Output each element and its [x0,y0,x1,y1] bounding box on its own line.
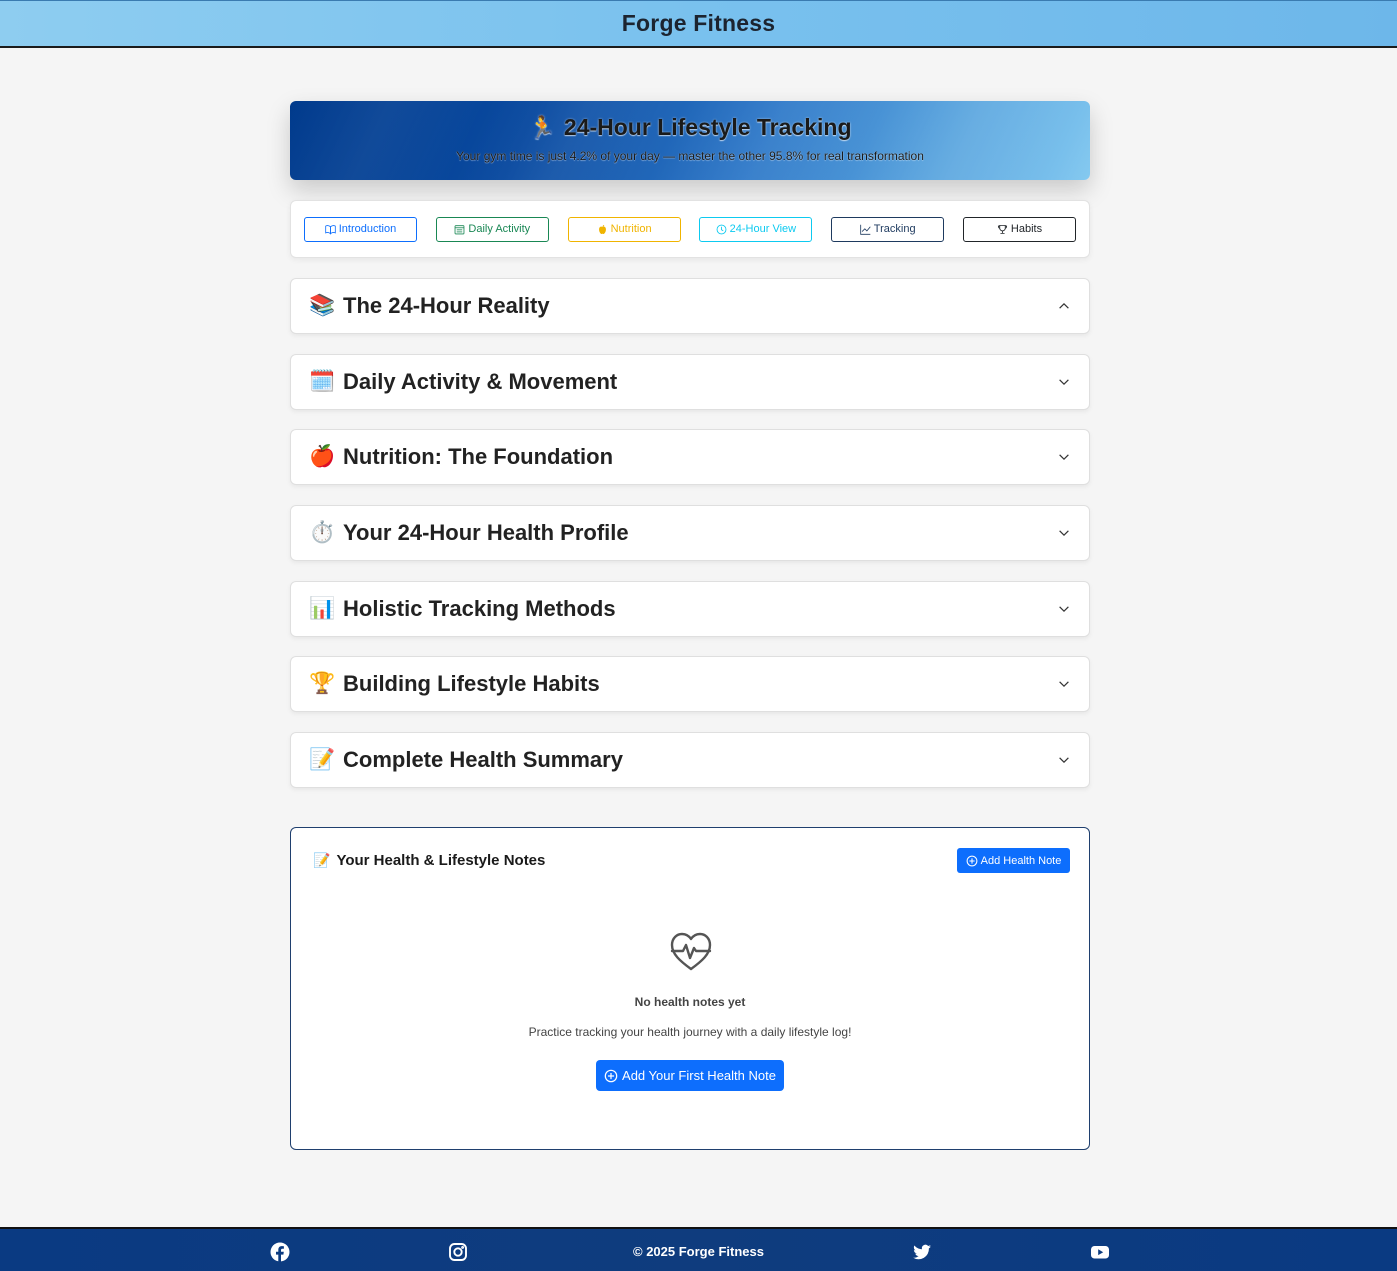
notes-heading-text: Your Health & Lifestyle Notes [336,852,546,869]
clock-icon [716,224,727,234]
section-title: Holistic Tracking Methods [343,596,616,621]
apple-icon [598,224,606,234]
nav-label: Introduction [338,223,397,235]
calendar-icon [455,224,465,234]
section-health-profile[interactable]: ⏱️ Your 24-Hour Health Profile [290,505,1090,561]
nav-introduction-button[interactable]: Introduction [304,216,417,242]
nav-24-hour-view-button[interactable]: 24-Hour View [699,216,813,242]
top-header: Forge Fitness [0,0,1397,48]
notes-heading: 📝 Your Health & Lifestyle Notes [313,852,545,869]
footer: © 2025 Forge Fitness [0,1227,1397,1271]
section-title: Nutrition: The Foundation [343,444,614,469]
section-lifestyle-habits[interactable]: 🏆 Building Lifestyle Habits [290,656,1090,712]
hero-banner: 🏃 24-Hour Lifestyle Tracking Your gym tim… [290,101,1090,180]
nav-label: Tracking [873,223,916,235]
calendar-icon: 🗓️ [309,370,336,393]
add-first-health-note-label: Add Your First Health Note [622,1068,776,1083]
add-health-note-button[interactable]: Add Health Note [957,848,1070,873]
nav-label: 24-Hour View [729,223,797,235]
plus-circle-icon [604,1069,618,1082]
hero-subtitle: Your gym time is just 4.2% of your day —… [456,149,924,163]
plus-circle-icon [966,855,978,866]
youtube-icon[interactable] [1090,1242,1110,1262]
bar-chart-icon: 📊 [309,597,336,620]
nav-nutrition-button[interactable]: Nutrition [567,216,681,242]
memo-icon: 📝 [309,748,336,771]
nav-habits-button[interactable]: Habits [962,216,1076,242]
apple-icon: 🍎 [309,445,336,468]
add-health-note-label: Add Health Note [980,854,1062,867]
twitter-icon[interactable] [912,1242,932,1262]
section-daily-activity[interactable]: 🗓️ Daily Activity & Movement [290,354,1090,410]
nav-label: Daily Activity [468,223,531,235]
chevron-down-icon[interactable] [1057,677,1071,691]
section-24-hour-reality[interactable]: 📚 The 24-Hour Reality [290,278,1090,334]
books-icon: 📚 [309,294,336,317]
brand-title[interactable]: Forge Fitness [622,10,775,37]
add-first-health-note-button[interactable]: Add Your First Health Note [596,1060,784,1091]
section-title: Daily Activity & Movement [343,369,618,394]
section-health-summary[interactable]: 📝 Complete Health Summary [290,732,1090,788]
nav-tracking-button[interactable]: Tracking [831,216,945,242]
hero-title-text: 24-Hour Lifestyle Tracking [563,114,852,140]
memo-icon: 📝 [313,852,331,868]
nav-label: Nutrition [610,223,652,235]
heart-pulse-icon [670,932,712,971]
chevron-down-icon[interactable] [1057,753,1071,767]
section-tracking-methods[interactable]: 📊 Holistic Tracking Methods [290,581,1090,637]
section-title: Your 24-Hour Health Profile [343,520,629,545]
trophy-icon: 🏆 [309,672,336,695]
section-nutrition[interactable]: 🍎 Nutrition: The Foundation [290,429,1090,485]
section-title: Complete Health Summary [343,747,623,772]
section-title: Building Lifestyle Habits [343,671,600,696]
chart-line-icon [860,224,871,235]
empty-state-subtitle: Practice tracking your health journey wi… [528,1025,852,1039]
empty-state-title: No health notes yet [634,995,746,1009]
stopwatch-icon: ⏱️ [309,521,336,544]
nav-daily-activity-button[interactable]: Daily Activity [435,216,549,242]
copyright-text: © 2025 Forge Fitness [633,1244,764,1259]
hero-title: 🏃 24-Hour Lifestyle Tracking [290,114,1090,141]
book-icon [325,224,336,234]
trophy-icon [997,224,1007,234]
chevron-down-icon[interactable] [1057,602,1071,616]
health-notes-panel: 📝 Your Health & Lifestyle Notes Add Heal… [290,827,1090,1150]
chevron-up-icon[interactable] [1057,299,1071,313]
chevron-down-icon[interactable] [1057,375,1071,389]
section-nav: Introduction Daily Activity Nutrition 24… [290,200,1090,258]
nav-label: Habits [1010,223,1043,235]
runner-icon: 🏃 [528,115,556,140]
section-title: The 24-Hour Reality [343,293,550,318]
chevron-down-icon[interactable] [1057,526,1071,540]
chevron-down-icon[interactable] [1057,450,1071,464]
